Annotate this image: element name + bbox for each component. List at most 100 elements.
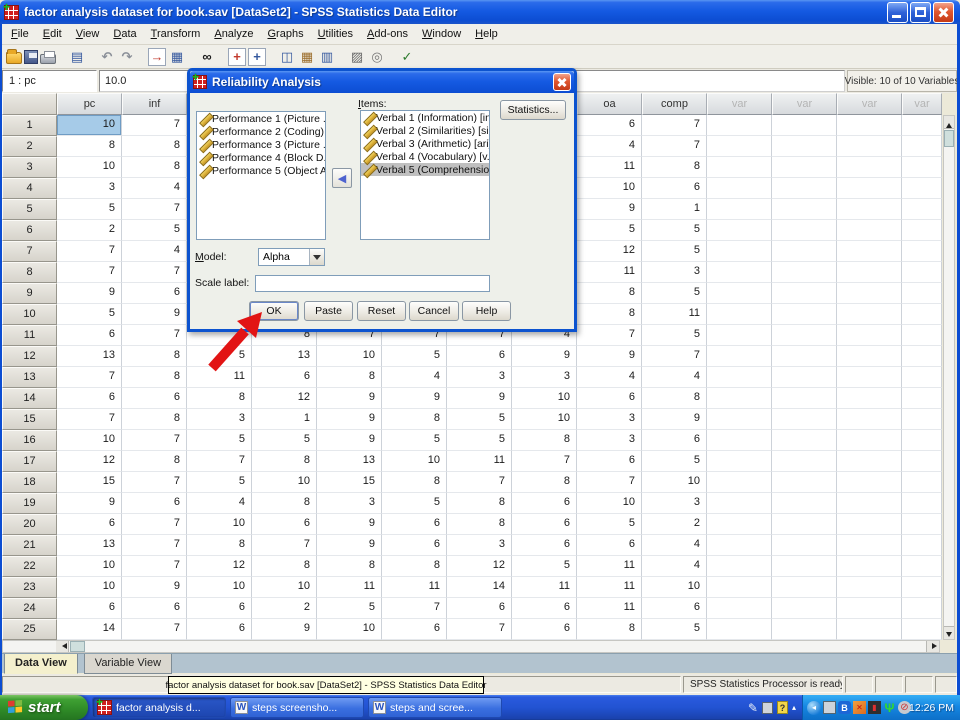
cell[interactable]: 6 xyxy=(122,283,187,304)
cell-empty[interactable] xyxy=(837,262,902,283)
cell[interactable]: 7 xyxy=(447,472,512,493)
cell[interactable]: 10 xyxy=(57,577,122,598)
cell[interactable]: 7 xyxy=(122,514,187,535)
select-cases-icon[interactable]: ▨ xyxy=(348,48,366,66)
cell[interactable]: 12 xyxy=(57,451,122,472)
dialog-button-paste[interactable]: Paste xyxy=(304,301,353,321)
variable-list-item[interactable]: Performance 1 (Picture ... xyxy=(197,112,325,125)
cell-empty[interactable] xyxy=(772,346,837,367)
cell-empty[interactable] xyxy=(707,451,772,472)
cell-empty[interactable] xyxy=(837,577,902,598)
cell[interactable]: 8 xyxy=(187,535,252,556)
horizontal-scrollbar[interactable] xyxy=(2,640,940,653)
cell[interactable]: 13 xyxy=(252,346,317,367)
cell[interactable]: 8 xyxy=(122,346,187,367)
cell-empty[interactable] xyxy=(902,514,942,535)
menu-add-ons[interactable]: Add-ons xyxy=(360,26,415,42)
cell[interactable]: 5 xyxy=(512,556,577,577)
cell[interactable]: 6 xyxy=(57,388,122,409)
row-header[interactable]: 19 xyxy=(2,493,57,514)
cell[interactable]: 9 xyxy=(317,388,382,409)
cell-empty[interactable] xyxy=(902,136,942,157)
cell-empty[interactable] xyxy=(902,178,942,199)
cell-empty[interactable] xyxy=(772,367,837,388)
cell[interactable]: 1 xyxy=(252,409,317,430)
row-header[interactable]: 3 xyxy=(2,157,57,178)
task-factor-analysis-d[interactable]: factor analysis d... xyxy=(92,697,226,718)
cell[interactable]: 5 xyxy=(317,598,382,619)
redo-icon[interactable]: ↷ xyxy=(118,48,136,66)
cell[interactable]: 10 xyxy=(252,577,317,598)
cell[interactable]: 5 xyxy=(187,472,252,493)
cell[interactable]: 5 xyxy=(252,430,317,451)
cell[interactable]: 7 xyxy=(122,199,187,220)
cell[interactable]: 5 xyxy=(187,430,252,451)
cell-empty[interactable] xyxy=(902,451,942,472)
cell[interactable]: 2 xyxy=(57,220,122,241)
menu-analyze[interactable]: Analyze xyxy=(207,26,260,42)
cell[interactable]: 9 xyxy=(317,430,382,451)
cell[interactable]: 12 xyxy=(187,556,252,577)
column-header-oa[interactable]: oa xyxy=(577,93,642,115)
tab-data-view[interactable]: Data View xyxy=(4,654,78,674)
cell[interactable]: 4 xyxy=(577,136,642,157)
scale-label-input[interactable] xyxy=(255,275,490,292)
cell-empty[interactable] xyxy=(707,262,772,283)
cell[interactable]: 8 xyxy=(642,157,707,178)
cell-empty[interactable] xyxy=(902,157,942,178)
cell[interactable]: 11 xyxy=(577,262,642,283)
cell-empty[interactable] xyxy=(837,430,902,451)
cell-empty[interactable] xyxy=(902,241,942,262)
cell[interactable]: 5 xyxy=(382,346,447,367)
cell[interactable]: 7 xyxy=(57,241,122,262)
cell-empty[interactable] xyxy=(707,577,772,598)
row-header[interactable]: 24 xyxy=(2,598,57,619)
column-header-inf[interactable]: inf xyxy=(122,93,187,115)
column-header-var-3[interactable]: var xyxy=(837,93,902,115)
maximize-button[interactable] xyxy=(910,2,931,23)
menu-data[interactable]: Data xyxy=(106,26,143,42)
items-list-item[interactable]: Verbal 4 (Vocabulary) [v... xyxy=(361,150,489,163)
cell-empty[interactable] xyxy=(772,115,837,136)
cell-empty[interactable] xyxy=(772,220,837,241)
row-header[interactable]: 6 xyxy=(2,220,57,241)
cell-empty[interactable] xyxy=(707,409,772,430)
cell-empty[interactable] xyxy=(772,388,837,409)
cell[interactable]: 10 xyxy=(577,178,642,199)
cell-empty[interactable] xyxy=(772,241,837,262)
cell[interactable]: 3 xyxy=(447,367,512,388)
cell-empty[interactable] xyxy=(902,367,942,388)
cell[interactable]: 3 xyxy=(577,430,642,451)
cell[interactable]: 14 xyxy=(447,577,512,598)
cell[interactable]: 8 xyxy=(122,367,187,388)
cell[interactable]: 6 xyxy=(122,598,187,619)
cell[interactable]: 5 xyxy=(57,304,122,325)
menu-transform[interactable]: Transform xyxy=(144,26,208,42)
minimize-button[interactable] xyxy=(887,2,908,23)
menu-utilities[interactable]: Utilities xyxy=(311,26,360,42)
cell-empty[interactable] xyxy=(707,430,772,451)
cell[interactable]: 10 xyxy=(57,430,122,451)
cell[interactable]: 13 xyxy=(57,346,122,367)
cell[interactable]: 7 xyxy=(642,115,707,136)
cell[interactable]: 7 xyxy=(57,367,122,388)
vertical-scrollbar[interactable] xyxy=(943,115,955,640)
cell-empty[interactable] xyxy=(772,283,837,304)
undo-icon[interactable]: ↶ xyxy=(98,48,116,66)
cell[interactable]: 11 xyxy=(382,577,447,598)
row-header[interactable]: 7 xyxy=(2,241,57,262)
cell[interactable]: 3 xyxy=(577,409,642,430)
cell[interactable]: 9 xyxy=(122,304,187,325)
cell-empty[interactable] xyxy=(837,346,902,367)
cell-empty[interactable] xyxy=(707,472,772,493)
cell[interactable]: 7 xyxy=(122,619,187,640)
cell[interactable]: 9 xyxy=(642,409,707,430)
cell-empty[interactable] xyxy=(707,178,772,199)
cell[interactable]: 8 xyxy=(252,451,317,472)
cell-empty[interactable] xyxy=(902,409,942,430)
cell[interactable]: 6 xyxy=(447,598,512,619)
cell[interactable]: 10 xyxy=(382,451,447,472)
cell-empty[interactable] xyxy=(902,304,942,325)
scroll-right-arrow-icon[interactable] xyxy=(926,641,939,652)
cell[interactable]: 10 xyxy=(57,115,122,136)
